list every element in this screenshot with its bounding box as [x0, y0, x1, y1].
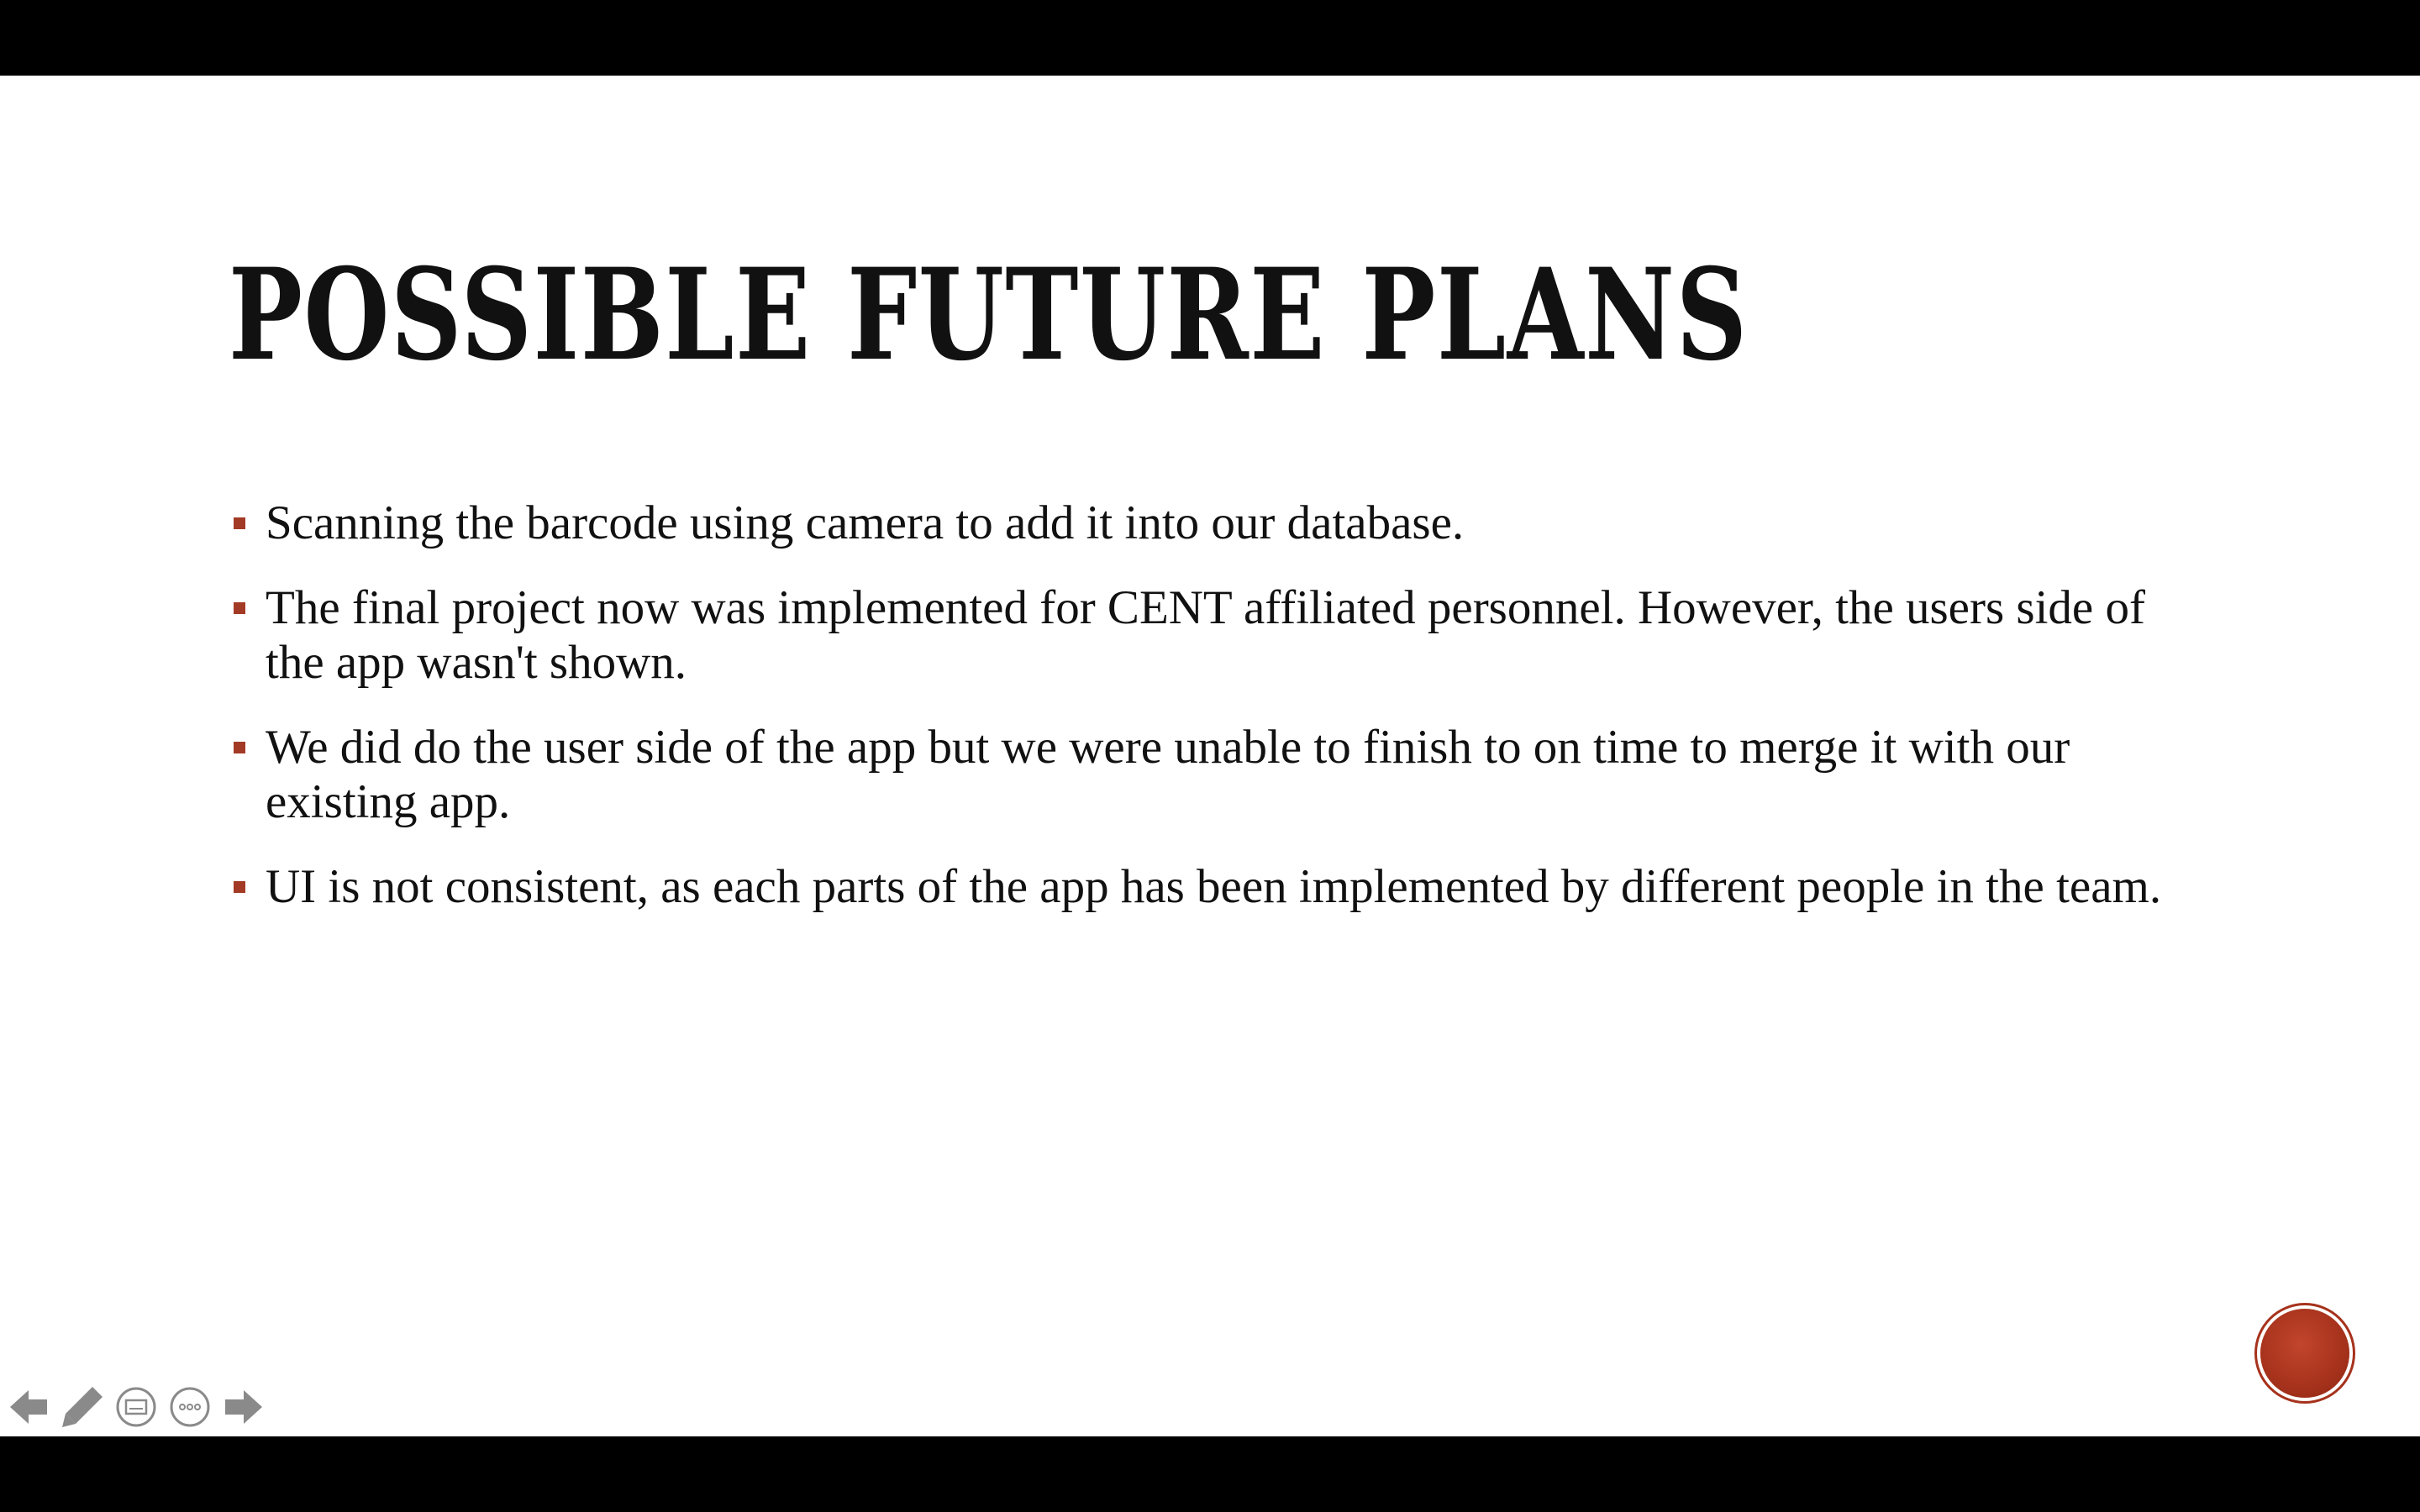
pen-tool-button[interactable] [59, 1383, 106, 1431]
next-slide-button[interactable] [220, 1383, 267, 1431]
slide: POSSIBLE FUTURE PLANS Scanning the barco… [0, 76, 2420, 1436]
slide-title: POSSIBLE FUTURE PLANS [229, 241, 1749, 389]
bullet-text: The final project now was implemented fo… [266, 581, 2145, 689]
see-all-slides-button[interactable] [113, 1383, 160, 1431]
more-options-icon [170, 1387, 210, 1427]
bullet-item: UI is not consistent, as each parts of t… [232, 859, 2215, 914]
bullet-square-icon [234, 602, 245, 614]
more-options-button[interactable] [166, 1383, 213, 1431]
slideshow-controls [5, 1382, 267, 1432]
next-arrow-icon [225, 1390, 262, 1424]
bullet-square-icon [234, 742, 245, 753]
bullet-square-icon [234, 517, 245, 529]
previous-slide-button[interactable] [5, 1383, 52, 1431]
bullet-list: Scanning the barcode using camera to add… [232, 496, 2215, 944]
bullet-text: We did do the user side of the app but w… [266, 721, 2070, 828]
letterbox-bottom [0, 1436, 2420, 1512]
bullet-item: The final project now was implemented fo… [232, 580, 2215, 690]
slides-grid-icon [116, 1387, 156, 1427]
bullet-text: Scanning the barcode using camera to add… [266, 496, 1465, 549]
letterbox-top [0, 0, 2420, 76]
bullet-text: UI is not consistent, as each parts of t… [266, 860, 2162, 913]
decorative-red-circle [2260, 1309, 2349, 1398]
pen-icon [62, 1387, 103, 1427]
bullet-item: Scanning the barcode using camera to add… [232, 496, 2215, 550]
bullet-square-icon [234, 881, 245, 893]
bullet-item: We did do the user side of the app but w… [232, 720, 2215, 829]
previous-arrow-icon [10, 1390, 47, 1424]
